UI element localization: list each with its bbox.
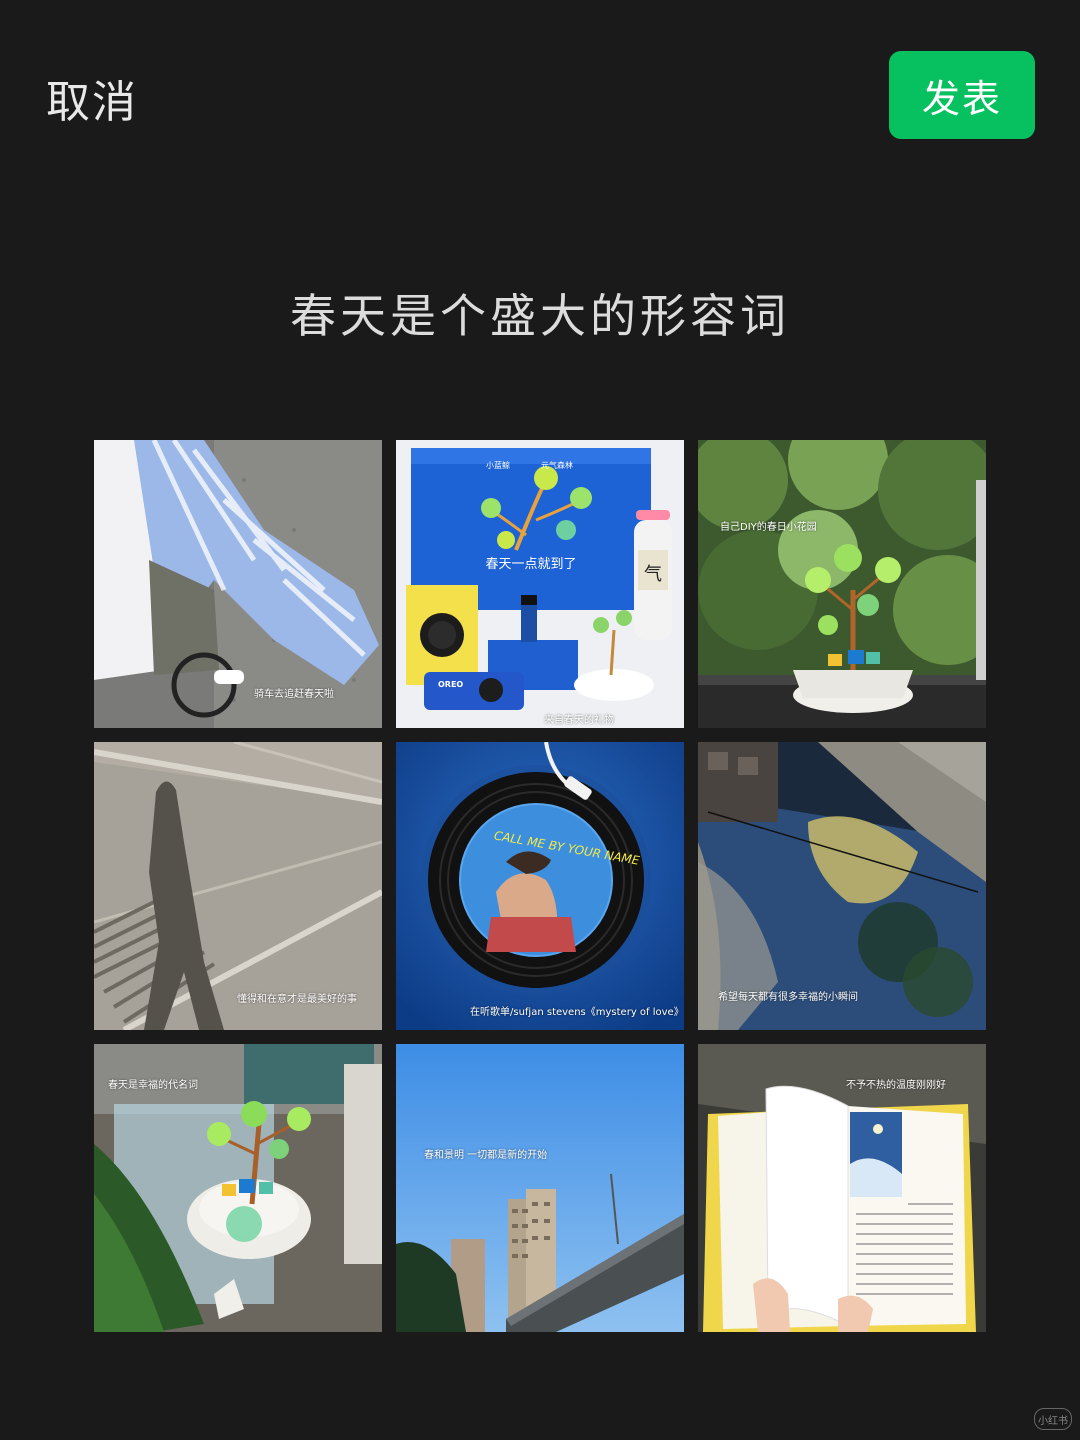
photo-tile-5[interactable]: CALL ME BY YOUR NAME 在听歌单/sufjan stevens… xyxy=(396,742,684,1030)
photo-caption-6: 希望每天都有很多幸福的小瞬间 xyxy=(718,992,858,1003)
svg-text:气: 气 xyxy=(644,564,662,585)
photo-bike-shirt xyxy=(94,440,382,728)
top-bar: 取消 发表 xyxy=(0,0,1080,190)
photo-caption-2: 来自春天的礼物 xyxy=(544,715,614,726)
photo-tile-2[interactable]: 春天一点就到了 小蓝鲸 元气森林 OREO 气 来自春天的礼物 xyxy=(396,440,684,728)
photo-gift-box: 春天一点就到了 小蓝鲸 元气森林 OREO 气 xyxy=(396,440,684,728)
photo-caption-1: 骑车去追赶春天啦 xyxy=(254,689,334,700)
photo-tile-4[interactable]: 懂得和在意才是最美好的事 xyxy=(94,742,382,1030)
post-caption: 春天是个盛大的形容词 xyxy=(290,289,790,343)
photo-water-reflection xyxy=(698,742,986,1030)
svg-text:小蓝鲸: 小蓝鲸 xyxy=(486,460,510,470)
photo-tile-8[interactable]: 春和景明 一切都是新的开始 xyxy=(396,1044,684,1332)
photo-tile-3[interactable]: 自己DIY的春日小花园 xyxy=(698,440,986,728)
photo-tile-6[interactable]: 希望每天都有很多幸福的小瞬间 xyxy=(698,742,986,1030)
photo-tile-7[interactable]: 春天是幸福的代名词 xyxy=(94,1044,382,1332)
svg-text:OREO: OREO xyxy=(438,680,463,689)
photo-shadow xyxy=(94,742,382,1030)
photo-diy-garden xyxy=(698,440,986,728)
svg-text:元气森林: 元气森林 xyxy=(541,460,573,470)
svg-text:春天一点就到了: 春天一点就到了 xyxy=(485,557,576,572)
photo-tile-9[interactable]: 不予不热的温度刚刚好 xyxy=(698,1044,986,1332)
photo-caption-8: 春和景明 一切都是新的开始 xyxy=(424,1150,548,1161)
photo-grid: 骑车去追赶春天啦 春天一点就到了 小蓝鲸 元气森林 OREO 气 来自春天的礼物… xyxy=(94,440,986,1332)
publish-button[interactable]: 发表 xyxy=(889,51,1035,139)
photo-caption-9: 不予不热的温度刚刚好 xyxy=(846,1080,946,1091)
photo-caption-7: 春天是幸福的代名词 xyxy=(108,1080,198,1091)
photo-caption-5: 在听歌单/sufjan stevens《mystery of love》 xyxy=(470,1007,684,1018)
photo-caption-3: 自己DIY的春日小花园 xyxy=(720,522,817,533)
photo-vinyl-record: CALL ME BY YOUR NAME xyxy=(396,742,684,1030)
watermark-badge: 小红书 xyxy=(1034,1408,1072,1430)
cancel-button[interactable]: 取消 xyxy=(46,66,138,130)
photo-caption-4: 懂得和在意才是最美好的事 xyxy=(237,994,357,1005)
photo-blue-sky xyxy=(396,1044,684,1332)
photo-tile-1[interactable]: 骑车去追赶春天啦 xyxy=(94,440,382,728)
